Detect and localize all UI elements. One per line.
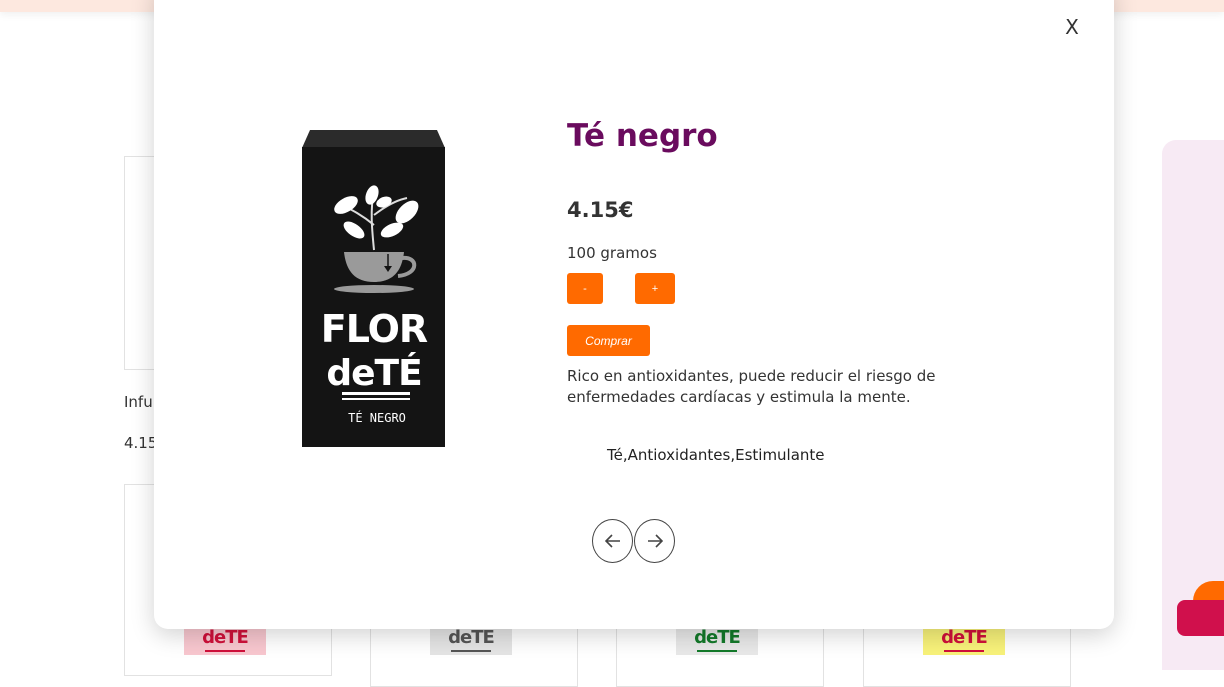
product-label: TÉ NEGRO	[348, 410, 406, 425]
decrease-quantity-button[interactable]: -	[567, 273, 603, 304]
increase-quantity-button[interactable]: +	[635, 273, 675, 304]
product-description: Rico en antioxidantes, puede reducir el …	[567, 367, 936, 406]
next-button[interactable]	[634, 519, 675, 563]
product-thumbnail: deTE	[676, 625, 758, 655]
product-modal: X FLOR deTÉ TÉ NEGRO Té negro 4.15€ 100 …	[154, 0, 1114, 629]
product-price: 4.15€	[567, 198, 634, 222]
brand-line-2: deTÉ	[326, 352, 421, 394]
buy-button[interactable]: Comprar	[567, 325, 650, 356]
previous-button[interactable]	[592, 519, 633, 563]
brand-line-1: FLOR	[321, 307, 428, 351]
product-thumbnail: deTE	[430, 625, 512, 655]
product-image: FLOR deTÉ TÉ NEGRO	[302, 130, 445, 447]
product-thumbnail: deTE	[923, 625, 1005, 655]
close-button[interactable]: X	[1054, 12, 1090, 42]
product-card-price: 4.15	[124, 434, 158, 452]
arrow-left-icon	[604, 534, 620, 548]
product-card-name: Infu	[124, 393, 153, 411]
cart-floating-button[interactable]	[1177, 600, 1224, 636]
arrow-right-icon	[647, 534, 663, 548]
product-thumbnail: deTE	[184, 625, 266, 655]
product-tags: Té,Antioxidantes,Estimulante	[607, 446, 825, 464]
product-weight: 100 gramos	[567, 244, 657, 262]
product-title: Té negro	[567, 118, 718, 154]
